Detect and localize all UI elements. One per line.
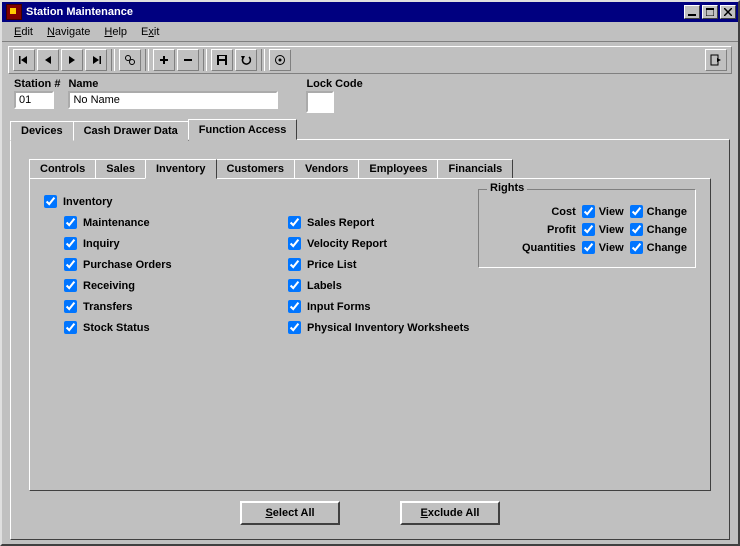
lbl-maintenance: Maintenance — [83, 217, 150, 229]
lbl-labels: Labels — [307, 280, 342, 292]
itab-inventory[interactable]: Inventory — [145, 159, 217, 179]
lbl-view: View — [599, 224, 624, 236]
chk-inventory-label: Inventory — [63, 196, 113, 208]
rights-groupbox: Rights Cost View Change Profit View Chan… — [478, 189, 696, 268]
lbl-change: Change — [647, 242, 687, 254]
last-record-button[interactable] — [85, 49, 107, 71]
lbl-transfers: Transfers — [83, 301, 133, 313]
name-input[interactable] — [68, 91, 278, 109]
menu-exit[interactable]: Exit — [135, 25, 165, 39]
first-record-button[interactable] — [13, 49, 35, 71]
add-button[interactable] — [153, 49, 175, 71]
chk-maintenance[interactable] — [64, 216, 77, 229]
search-button[interactable] — [119, 49, 141, 71]
chk-stock-status[interactable] — [64, 321, 77, 334]
app-icon — [6, 4, 22, 20]
lbl-velocity-report: Velocity Report — [307, 238, 387, 250]
station-num-input[interactable] — [14, 91, 54, 109]
chk-purchase-orders[interactable] — [64, 258, 77, 271]
maximize-button[interactable] — [702, 5, 718, 19]
chk-profit-view[interactable] — [582, 223, 595, 236]
chk-inventory[interactable] — [44, 195, 57, 208]
chk-inquiry[interactable] — [64, 237, 77, 250]
button-row: Select All Exclude All — [29, 491, 711, 529]
lbl-purchase-orders: Purchase Orders — [83, 259, 172, 271]
tab-devices[interactable]: Devices — [10, 121, 74, 141]
tab-cash-drawer-data[interactable]: Cash Drawer Data — [73, 121, 189, 141]
chk-velocity-report[interactable] — [288, 237, 301, 250]
itab-customers[interactable]: Customers — [216, 159, 295, 179]
chk-sales-report[interactable] — [288, 216, 301, 229]
menu-help[interactable]: Help — [98, 25, 133, 39]
chk-quantities-view[interactable] — [582, 241, 595, 254]
prev-record-button[interactable] — [37, 49, 59, 71]
station-num-label: Station # — [14, 78, 60, 90]
itab-sales[interactable]: Sales — [95, 159, 146, 179]
close-button[interactable] — [720, 5, 736, 19]
target-button[interactable] — [269, 49, 291, 71]
toolbar-separator — [261, 49, 265, 71]
toolbar — [8, 46, 732, 74]
name-label: Name — [68, 78, 278, 90]
rights-legend: Rights — [487, 182, 527, 194]
chk-physical-worksheets[interactable] — [288, 321, 301, 334]
chk-cost-view[interactable] — [582, 205, 595, 218]
inventory-panel: Inventory Maintenance Inquiry Purchase O… — [29, 178, 711, 491]
chk-price-list[interactable] — [288, 258, 301, 271]
rights-profit-label: Profit — [514, 224, 576, 236]
toolbar-separator — [111, 49, 115, 71]
toolbar-separator — [145, 49, 149, 71]
exit-button[interactable] — [705, 49, 727, 71]
inner-tabs: Controls Sales Inventory Customers Vendo… — [29, 156, 711, 178]
rights-quantities-label: Quantities — [514, 242, 576, 254]
minimize-button[interactable] — [684, 5, 700, 19]
itab-financials[interactable]: Financials — [437, 159, 513, 179]
title-bar: Station Maintenance — [2, 2, 738, 22]
menu-bar: Edit Navigate Help Exit — [2, 22, 738, 42]
window-title: Station Maintenance — [26, 6, 684, 18]
chk-cost-change[interactable] — [630, 205, 643, 218]
lbl-physical-worksheets: Physical Inventory Worksheets — [307, 322, 469, 334]
lbl-view: View — [599, 206, 624, 218]
header-form: Station # Name Lock Code — [2, 76, 738, 117]
lbl-receiving: Receiving — [83, 280, 135, 292]
lbl-change: Change — [647, 224, 687, 236]
itab-employees[interactable]: Employees — [358, 159, 438, 179]
undo-button[interactable] — [235, 49, 257, 71]
save-button[interactable] — [211, 49, 233, 71]
lbl-inquiry: Inquiry — [83, 238, 120, 250]
chk-receiving[interactable] — [64, 279, 77, 292]
lbl-stock-status: Stock Status — [83, 322, 150, 334]
itab-controls[interactable]: Controls — [29, 159, 96, 179]
chk-labels[interactable] — [288, 279, 301, 292]
lbl-change: Change — [647, 206, 687, 218]
function-access-panel: Controls Sales Inventory Customers Vendo… — [10, 139, 730, 540]
lbl-input-forms: Input Forms — [307, 301, 371, 313]
app-window: Station Maintenance Edit Navigate Help E… — [0, 0, 740, 546]
chk-input-forms[interactable] — [288, 300, 301, 313]
chk-transfers[interactable] — [64, 300, 77, 313]
rights-cost-label: Cost — [514, 206, 576, 218]
lock-code-input[interactable] — [306, 91, 334, 113]
chk-quantities-change[interactable] — [630, 241, 643, 254]
lbl-price-list: Price List — [307, 259, 357, 271]
lbl-view: View — [599, 242, 624, 254]
itab-vendors[interactable]: Vendors — [294, 159, 359, 179]
lbl-sales-report: Sales Report — [307, 217, 374, 229]
next-record-button[interactable] — [61, 49, 83, 71]
menu-edit[interactable]: Edit — [8, 25, 39, 39]
chk-profit-change[interactable] — [630, 223, 643, 236]
top-tabs: Devices Cash Drawer Data Function Access — [10, 117, 730, 139]
menu-navigate[interactable]: Navigate — [41, 25, 96, 39]
tab-function-access[interactable]: Function Access — [188, 119, 298, 140]
remove-button[interactable] — [177, 49, 199, 71]
toolbar-separator — [203, 49, 207, 71]
select-all-button[interactable]: Select All — [240, 501, 340, 525]
exclude-all-button[interactable]: Exclude All — [400, 501, 500, 525]
lock-code-label: Lock Code — [306, 78, 362, 90]
